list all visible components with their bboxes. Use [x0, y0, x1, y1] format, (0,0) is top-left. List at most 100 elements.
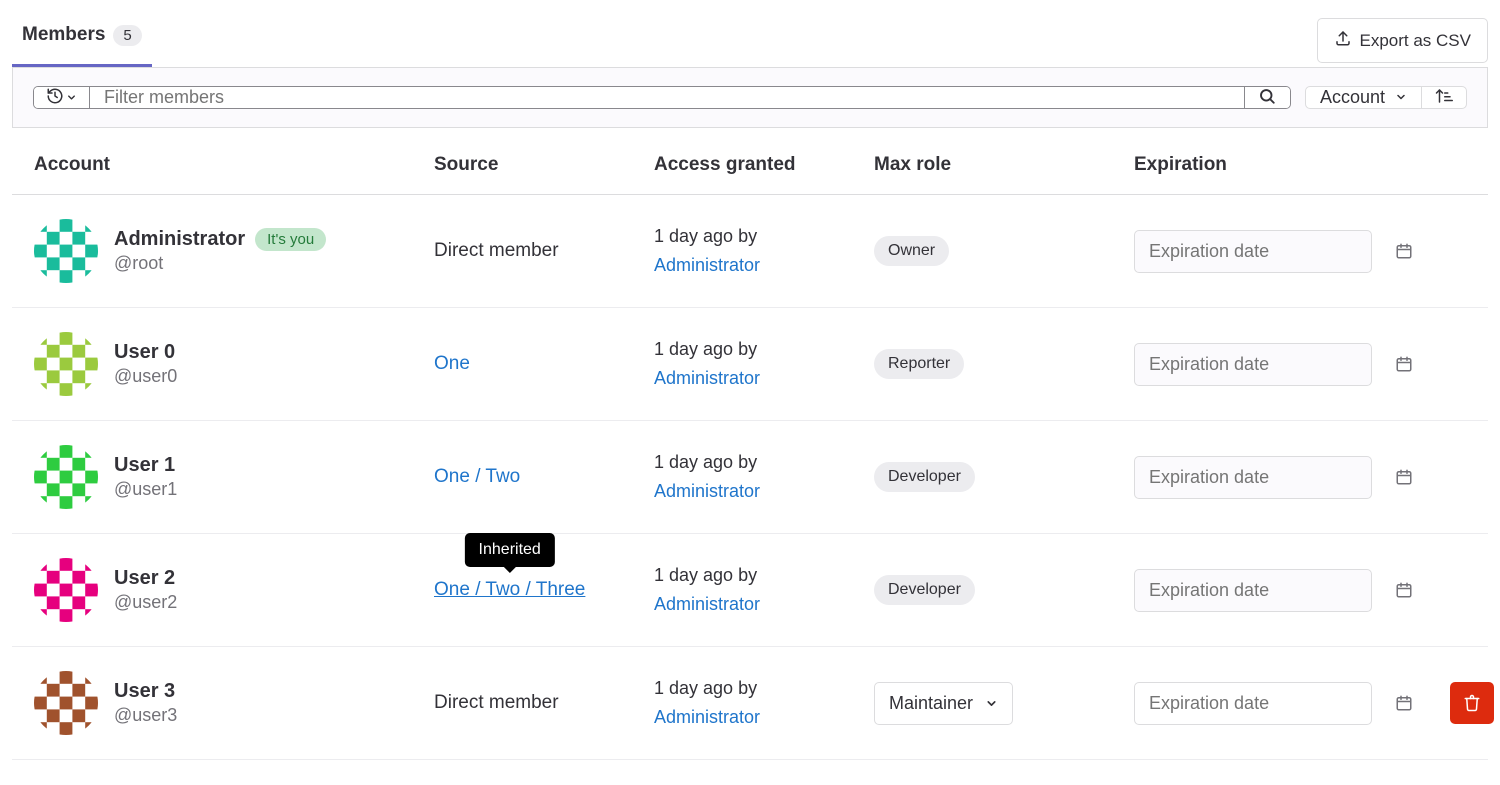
col-account: Account	[34, 154, 434, 176]
role-cell: Maintainer	[874, 682, 1134, 725]
source-text: Direct member	[434, 240, 559, 261]
source-link[interactable]: One / Two	[434, 466, 520, 487]
access-time: 1 day ago by	[654, 339, 757, 359]
avatar	[34, 332, 98, 396]
user-handle: @user3	[114, 705, 177, 726]
expiration-input[interactable]	[1135, 683, 1395, 724]
source-cell: Direct member	[434, 240, 654, 262]
account-cell: Administrator It's you @root	[34, 219, 434, 283]
expiration-cell	[1134, 569, 1434, 612]
export-csv-label: Export as CSV	[1360, 31, 1472, 51]
filter-main	[33, 86, 1291, 109]
sort-group: Account	[1305, 86, 1467, 109]
calendar-icon	[1395, 355, 1413, 373]
role-select[interactable]: Maintainer	[874, 682, 1013, 725]
expiration-input-wrap[interactable]	[1134, 230, 1372, 273]
expiration-input[interactable]	[1135, 457, 1395, 498]
access-time: 1 day ago by	[654, 678, 757, 698]
expiration-input-wrap[interactable]	[1134, 456, 1372, 499]
tab-members-count: 5	[113, 25, 141, 46]
role-cell: Reporter	[874, 349, 1134, 379]
expiration-input[interactable]	[1135, 231, 1395, 272]
role-badge: Developer	[874, 575, 975, 605]
user-name: Administrator	[114, 228, 245, 251]
role-cell: Owner	[874, 236, 1134, 266]
user-handle: @root	[114, 253, 326, 274]
expiration-input-wrap[interactable]	[1134, 682, 1372, 725]
filter-history-button[interactable]	[34, 87, 90, 108]
source-cell: Direct member	[434, 692, 654, 714]
source-text: Direct member	[434, 692, 559, 713]
chevron-down-icon	[1395, 87, 1407, 108]
tab-members[interactable]: Members 5	[12, 10, 152, 67]
calendar-icon	[1395, 468, 1413, 486]
table-row: User 2 @user2 Inherited One / Two / Thre…	[12, 534, 1488, 647]
chevron-down-icon	[985, 697, 998, 710]
calendar-icon	[1395, 694, 1413, 712]
table-row: Administrator It's you @root Direct memb…	[12, 195, 1488, 308]
filter-bar: Account	[12, 68, 1488, 128]
history-icon	[46, 87, 64, 108]
chevron-down-icon	[66, 90, 77, 106]
access-by-link[interactable]: Administrator	[654, 707, 760, 727]
account-cell: User 0 @user0	[34, 332, 434, 396]
table-row: User 3 @user3 Direct member 1 day ago by…	[12, 647, 1488, 760]
calendar-icon	[1395, 581, 1413, 599]
table-row: User 0 @user0 One 1 day ago by Administr…	[12, 308, 1488, 421]
expiration-input[interactable]	[1135, 570, 1395, 611]
role-badge: Reporter	[874, 349, 964, 379]
expiration-input-wrap[interactable]	[1134, 569, 1372, 612]
source-tooltip: Inherited	[465, 533, 555, 567]
calendar-icon	[1395, 242, 1413, 260]
role-badge: Developer	[874, 462, 975, 492]
user-name: User 3	[114, 680, 175, 703]
col-access: Access granted	[654, 154, 874, 176]
access-time: 1 day ago by	[654, 452, 757, 472]
expiration-cell	[1134, 456, 1434, 499]
export-csv-button[interactable]: Export as CSV	[1317, 18, 1489, 63]
source-link[interactable]: One / Two / Three	[434, 579, 585, 600]
role-cell: Developer	[874, 462, 1134, 492]
access-by-link[interactable]: Administrator	[654, 481, 760, 501]
user-name: User 1	[114, 454, 175, 477]
sort-select[interactable]: Account	[1306, 87, 1422, 108]
delete-button[interactable]	[1450, 682, 1494, 724]
members-table: Account Source Access granted Max role E…	[12, 128, 1488, 760]
expiration-cell	[1134, 682, 1434, 725]
user-handle: @user0	[114, 366, 177, 387]
access-by-link[interactable]: Administrator	[654, 368, 760, 388]
access-by-link[interactable]: Administrator	[654, 594, 760, 614]
user-name: User 0	[114, 341, 175, 364]
user-handle: @user2	[114, 592, 177, 613]
user-name: User 2	[114, 567, 175, 590]
filter-input[interactable]	[90, 87, 1244, 108]
source-link[interactable]: One	[434, 353, 470, 374]
you-badge: It's you	[255, 228, 326, 251]
tabs: Members 5	[12, 10, 152, 67]
account-cell: User 2 @user2	[34, 558, 434, 622]
expiration-cell	[1134, 230, 1434, 273]
search-button[interactable]	[1244, 87, 1290, 108]
topbar: Members 5 Export as CSV	[12, 10, 1488, 68]
account-cell: User 3 @user3	[34, 671, 434, 735]
access-by-link[interactable]: Administrator	[654, 255, 760, 275]
sort-select-label: Account	[1320, 87, 1385, 108]
sort-direction-button[interactable]	[1422, 87, 1466, 108]
upload-icon	[1334, 29, 1352, 52]
col-expiration: Expiration	[1134, 154, 1434, 176]
source-cell: One / Two	[434, 466, 654, 488]
col-source: Source	[434, 154, 654, 176]
user-handle: @user1	[114, 479, 177, 500]
source-cell: One	[434, 353, 654, 375]
access-cell: 1 day ago by Administrator	[654, 222, 874, 280]
sort-ascending-icon	[1435, 87, 1453, 108]
expiration-cell	[1134, 343, 1434, 386]
access-time: 1 day ago by	[654, 226, 757, 246]
account-cell: User 1 @user1	[34, 445, 434, 509]
avatar	[34, 558, 98, 622]
expiration-input[interactable]	[1135, 344, 1395, 385]
access-cell: 1 day ago by Administrator	[654, 561, 874, 619]
access-cell: 1 day ago by Administrator	[654, 448, 874, 506]
access-time: 1 day ago by	[654, 565, 757, 585]
expiration-input-wrap[interactable]	[1134, 343, 1372, 386]
